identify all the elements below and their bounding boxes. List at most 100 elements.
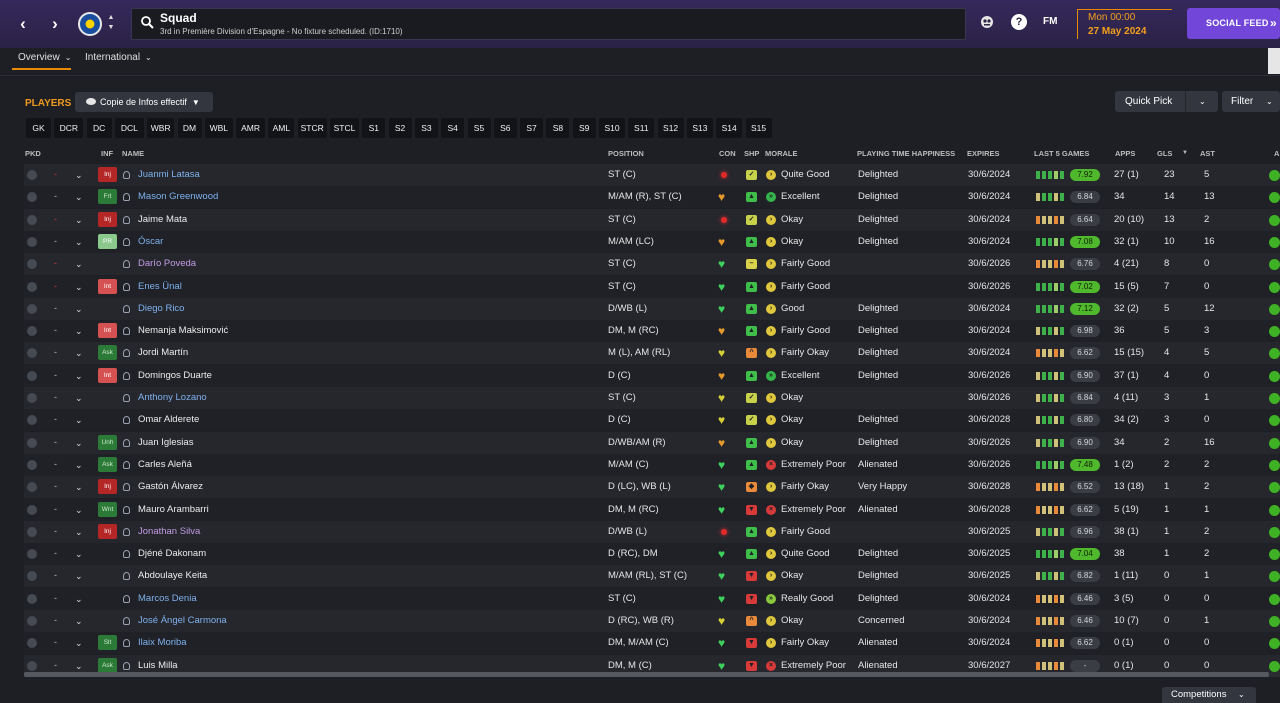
position-filter-s6[interactable]: S6 [493, 118, 517, 138]
table-row[interactable]: - ⌄ Ask Carles Aleñá M/AM (C) ♥ ▲ × Extremely Po… [24, 453, 1280, 476]
chevron-down-icon[interactable]: ⌄ [75, 320, 83, 342]
table-row[interactable]: - ⌄ Frt Mason Greenwood M/AM (R), ST (C) ♥ ▲ » E… [24, 186, 1280, 209]
info-badge[interactable]: Int [98, 323, 117, 339]
view-selector[interactable]: Copie de Infos effectif ▼ [75, 92, 213, 112]
pick-toggle-icon[interactable] [27, 214, 37, 225]
player-name[interactable]: Djéné Dakonam [138, 543, 206, 565]
chevron-down-icon[interactable]: ⌄ [75, 543, 83, 565]
col-morale[interactable]: MORALE [765, 149, 798, 158]
table-row[interactable]: - ⌄ Ask Jordi Martín M (L), AM (RL) ♥ ^ › Fairly… [24, 342, 1280, 365]
table-row[interactable]: - ⌄ Djéné Dakonam D (RC), DM ♥ ▲ › Quite Good De… [24, 543, 1280, 566]
chevron-down-icon[interactable]: ⌄ [75, 387, 83, 409]
tab-overview[interactable]: Overview ⌄ [12, 52, 72, 70]
pick-toggle-icon[interactable] [27, 236, 37, 247]
competitions-button[interactable]: Competitions ⌄ [1162, 687, 1256, 703]
table-row[interactable]: - ⌄ Marcos Denia ST (C) ♥ ▼ » Really Good Deligh… [24, 587, 1280, 610]
position-filter-s14[interactable]: S14 [716, 118, 743, 138]
world-icon[interactable] [979, 14, 995, 30]
position-filter-s8[interactable]: S8 [546, 118, 570, 138]
chevron-down-icon[interactable]: ⌄ [75, 655, 83, 672]
pick-toggle-icon[interactable] [27, 326, 37, 337]
chevron-down-icon[interactable]: ⌄ [75, 409, 83, 431]
chevron-down-icon[interactable]: ⌄ [75, 276, 83, 298]
position-filter-s5[interactable]: S5 [467, 118, 491, 138]
position-filter-amr[interactable]: AMR [236, 118, 266, 138]
sort-desc-icon[interactable]: ▼ [1182, 150, 1188, 156]
info-badge[interactable]: Ask [98, 456, 117, 472]
player-name[interactable]: Domingos Duarte [138, 365, 212, 387]
col-extra[interactable]: A [1274, 149, 1279, 158]
table-row[interactable]: - ⌄ José Ángel Carmona D (RC), WB (R) ♥ ^ › Oka… [24, 610, 1280, 632]
pick-toggle-icon[interactable] [27, 638, 37, 649]
chevron-down-icon[interactable]: ⌄ [75, 476, 83, 498]
position-filter-s12[interactable]: S12 [657, 118, 684, 138]
col-pkd[interactable]: PKD [25, 149, 41, 158]
position-filter-s4[interactable]: S4 [441, 118, 465, 138]
col-expires[interactable]: EXPIRES [967, 149, 1000, 158]
info-badge[interactable]: Wnt [98, 501, 117, 517]
pick-toggle-icon[interactable] [27, 482, 37, 493]
position-filter-wbl[interactable]: WBL [204, 118, 233, 138]
pick-toggle-icon[interactable] [27, 504, 37, 515]
info-badge[interactable]: Int [98, 367, 117, 383]
chevron-down-icon[interactable]: ⌄ [75, 342, 83, 364]
player-name[interactable]: Jordi Martín [138, 342, 188, 364]
quick-pick-button[interactable]: Quick Pick ⌄ [1115, 91, 1218, 112]
position-filter-s7[interactable]: S7 [520, 118, 544, 138]
info-badge[interactable]: Int [98, 278, 117, 294]
position-filter-s9[interactable]: S9 [572, 118, 596, 138]
pick-toggle-icon[interactable] [27, 170, 37, 180]
col-last-5-games[interactable]: LAST 5 GAMES [1034, 149, 1089, 158]
col-gls[interactable]: GLS [1157, 149, 1172, 158]
pick-toggle-icon[interactable] [27, 192, 37, 203]
position-filter-s3[interactable]: S3 [414, 118, 438, 138]
chevron-down-icon[interactable]: ⌄ [75, 521, 83, 543]
info-badge[interactable]: Inj [98, 523, 117, 539]
info-badge[interactable]: Inj [98, 211, 117, 227]
player-name[interactable]: Nemanja Maksimović [138, 320, 228, 342]
chevron-down-icon[interactable]: ⌄ [75, 209, 83, 231]
position-filter-dm[interactable]: DM [177, 118, 202, 138]
tab-international[interactable]: International ⌄ [85, 52, 152, 68]
table-row[interactable]: - ⌄ Inj Jonathan Silva D/WB (L) ▲ › Fairly Good… [24, 520, 1280, 543]
position-filter-s13[interactable]: S13 [686, 118, 713, 138]
pick-toggle-icon[interactable] [27, 281, 37, 292]
player-name[interactable]: Jaime Mata [138, 209, 187, 231]
table-row[interactable]: - ⌄ Wnt Mauro Arambarri DM, M (RC) ♥ ▼ × Extreme… [24, 498, 1280, 521]
table-row[interactable]: - ⌄ Slt Ilaix Moriba DM, M/AM (C) ♥ ▼ › Fairly O… [24, 632, 1280, 655]
table-row[interactable]: - ⌄ PR Óscar M/AM (LC) ♥ ▲ › Okay Delighted 30/6/2… [24, 230, 1280, 253]
info-badge[interactable]: Inj [98, 167, 117, 182]
player-name[interactable]: Juanmi Latasa [138, 164, 200, 186]
more-options-icon[interactable] [1268, 48, 1280, 74]
player-name[interactable]: José Ángel Carmona [138, 610, 227, 632]
chevron-down-icon[interactable]: ⌄ [75, 610, 83, 632]
pick-toggle-icon[interactable] [27, 348, 37, 359]
chevron-down-icon[interactable]: ⌄ [75, 164, 83, 186]
player-name[interactable]: Óscar [138, 231, 163, 253]
player-name[interactable]: Marcos Denia [138, 588, 197, 610]
chevron-down-icon[interactable]: ⌄ [75, 186, 83, 208]
player-name[interactable]: Carles Aleñá [138, 454, 192, 476]
position-filter-dcl[interactable]: DCL [114, 118, 144, 138]
chevron-down-icon[interactable]: ⌄ [75, 432, 83, 454]
chevron-down-icon[interactable]: ⌄ [75, 588, 83, 610]
info-badge[interactable]: Unh [98, 434, 117, 450]
player-name[interactable]: Darío Poveda [138, 253, 196, 275]
player-name[interactable]: Anthony Lozano [138, 387, 207, 409]
col-ast[interactable]: AST [1200, 149, 1215, 158]
table-row[interactable]: - ⌄ Int Enes Ünal ST (C) ♥ ▲ › Fairly Good 30/6/2… [24, 275, 1280, 298]
table-row[interactable]: - ⌄ Omar Alderete D (C) ♥ ✓ › Okay Delighted 30/6… [24, 409, 1280, 432]
social-feed-button[interactable]: SOCIAL FEED» [1187, 8, 1280, 39]
info-badge[interactable]: Ask [98, 345, 117, 361]
position-filter-gk[interactable]: GK [26, 118, 51, 138]
fm-logo-icon[interactable]: FM [1043, 14, 1059, 30]
table-row[interactable]: - ⌄ Inj Juanmi Latasa ST (C) ✓ › Quite Good Deli… [24, 164, 1280, 186]
table-row[interactable]: - ⌄ Ask Luis Milla DM, M (C) ♥ ▼ × Extremely Poo… [24, 654, 1280, 672]
col-name[interactable]: NAME [122, 149, 144, 158]
col-position[interactable]: POSITION [608, 149, 644, 158]
col-apps[interactable]: APPS [1115, 149, 1135, 158]
info-badge[interactable]: Frt [98, 189, 117, 205]
chevron-down-icon[interactable]: ⌄ [1199, 91, 1206, 112]
player-name[interactable]: Enes Ünal [138, 276, 182, 298]
position-filter-wbr[interactable]: WBR [147, 118, 175, 138]
